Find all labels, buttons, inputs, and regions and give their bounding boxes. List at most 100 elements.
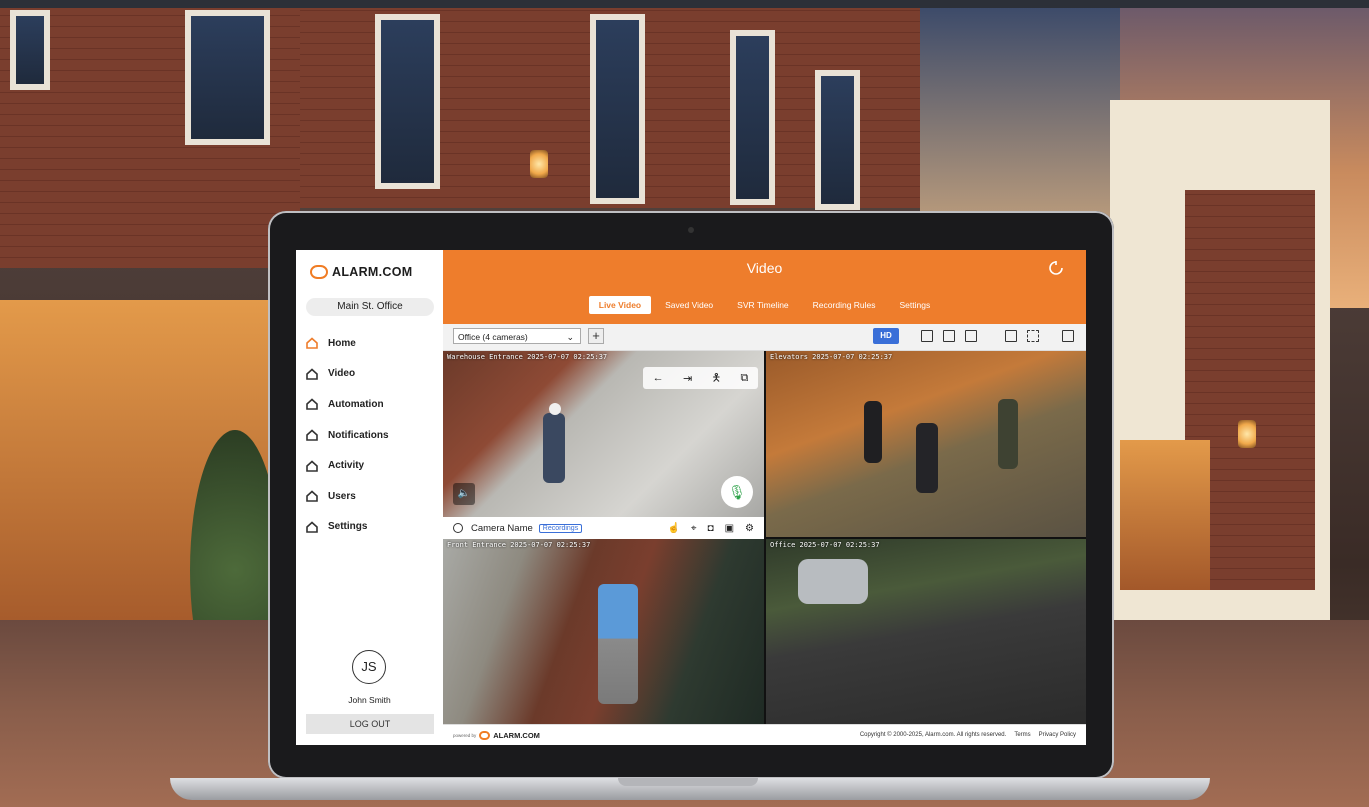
person-figure [864,401,882,463]
sidebar-item-label: Notifications [328,429,389,441]
person-figure [543,413,565,483]
sidebar-nav: Home Video Automation Notifications Acti… [296,328,443,542]
grid-2x2-icon[interactable] [921,330,933,342]
home-icon [306,521,318,533]
sidebar-item-label: Activity [328,460,365,472]
laptop-base [170,778,1210,800]
tab-saved-video[interactable]: Saved Video [655,296,723,314]
gear-icon[interactable]: ⚙ [745,523,754,534]
home-icon [306,368,318,380]
recordings-link[interactable]: Recordings [538,523,583,533]
feed-label: Warehouse Entrance 2025-07-07 02:25:37 [447,353,608,361]
camera-feed-office[interactable]: Office 2025-07-07 02:25:37 [766,539,1086,724]
right-storefront [1120,440,1210,590]
sidebar-item-notifications[interactable]: Notifications [296,420,443,451]
tab-svr-timeline[interactable]: SVR Timeline [727,296,799,314]
person-figure [998,399,1018,469]
tab-settings[interactable]: Settings [890,296,941,314]
hd-toggle-button[interactable]: HD [873,328,899,344]
powered-by-text: powered by [453,733,477,738]
focus-icon[interactable]: ⌖ [691,523,697,534]
logout-button[interactable]: LOG OUT [306,714,434,734]
sidebar-item-home[interactable]: Home [296,328,443,359]
sidebar-item-label: Home [328,337,356,349]
camera-name: Camera Name [471,522,533,534]
terms-link[interactable]: Terms [1014,732,1030,738]
zoom-box-icon[interactable]: ⧉ [740,372,748,385]
sidebar-item-activity[interactable]: Activity [296,450,443,481]
sidebar-item-automation[interactable]: Automation [296,389,443,420]
camera-group-select[interactable]: Office (4 cameras) ⌄ [453,328,581,344]
sidebar-item-users[interactable]: Users [296,481,443,512]
camera-actions: ☝ ⌖ ◘ ▣ ⚙ [667,523,754,534]
logo-text: ALARM.COM [332,265,413,279]
site-selector[interactable]: Main St. Office [306,298,434,316]
camera-grid: Warehouse Entrance 2025-07-07 02:25:37 ←… [443,351,1086,724]
theater-mode-icon[interactable] [1062,330,1074,342]
sidebar-item-label: Automation [328,398,384,410]
sidebar-item-label: Video [328,368,356,380]
logo-mark-icon [479,731,491,740]
single-view-icon[interactable] [1005,330,1017,342]
person-figure [598,584,638,704]
home-icon [306,460,318,472]
fullscreen-icon[interactable] [1027,330,1039,342]
powered-by: powered by ALARM.COM [453,731,540,740]
home-icon [306,398,318,411]
record-clip-icon[interactable]: ▣ [725,523,734,534]
video-toolbar: Office (4 cameras) ⌄ + HD [443,324,1086,351]
sidebar-item-label: Users [328,490,356,502]
copyright-text: Copyright © 2000-2025, Alarm.com. All ri… [859,732,1007,738]
layout-rows-icon[interactable] [965,330,977,342]
tap-icon[interactable]: ☝ [667,523,679,534]
alarm-logo[interactable]: ALARM.COM [310,262,430,282]
feed-label: Office 2025-07-07 02:25:37 [770,541,880,549]
footer-links: Copyright © 2000-2025, Alarm.com. All ri… [860,732,1076,738]
pan-left-icon[interactable]: ← [653,372,664,384]
refresh-icon[interactable] [1048,260,1064,276]
sidebar: ALARM.COM Main St. Office Home Video Aut… [296,250,443,745]
home-icon [306,337,318,350]
parked-car [798,559,868,604]
home-icon [306,429,318,441]
person-icon[interactable]: 🯅 [711,369,721,388]
camera-feed-front-entrance[interactable]: Front Entrance 2025-07-07 02:25:37 [443,539,764,724]
volume-icon[interactable]: 🔈 [453,483,475,505]
avatar[interactable]: JS [352,650,386,684]
window [590,14,645,204]
street-lamp [1238,420,1256,448]
main-content: Video Live Video Saved Video SVR Timelin… [443,250,1086,745]
skip-forward-icon[interactable]: ⇥ [683,372,692,385]
sidebar-item-label: Settings [328,521,368,533]
add-camera-button[interactable]: + [588,328,604,344]
play-icon[interactable] [453,523,463,533]
app-screen: ALARM.COM Main St. Office Home Video Aut… [296,250,1086,745]
feed-label: Elevators 2025-07-07 02:25:37 [770,353,893,361]
person-figure [916,423,938,493]
webcam [688,227,694,233]
camera-group-value: Office (4 cameras) [458,332,528,342]
microphone-icon[interactable]: 🎙 [721,476,753,508]
window [375,14,440,189]
tab-recording-rules[interactable]: Recording Rules [803,296,886,314]
ptz-controls: ← ⇥ 🯅 ⧉ [643,367,758,389]
window [10,10,50,90]
window [815,70,860,210]
layout-1plus3-icon[interactable] [943,330,955,342]
hard-hat [549,403,561,415]
sidebar-item-settings[interactable]: Settings [296,512,443,543]
top-bar [0,0,1369,8]
user-name: John Smith [348,695,391,705]
snapshot-camera-icon[interactable]: ◘ [708,523,714,534]
camera-control-bar: Camera Name Recordings ☝ ⌖ ◘ ▣ ⚙ [443,517,764,539]
camera-feed-warehouse[interactable]: Warehouse Entrance 2025-07-07 02:25:37 ←… [443,351,764,517]
street-lamp [530,150,548,178]
footer-logo-text: ALARM.COM [493,731,540,740]
camera-feed-elevators[interactable]: Elevators 2025-07-07 02:25:37 [766,351,1086,537]
privacy-link[interactable]: Privacy Policy [1039,732,1076,738]
tab-live-video[interactable]: Live Video [588,296,652,314]
footer: powered by ALARM.COM Copyright © 2000-20… [443,724,1086,745]
logo-mark-icon [310,265,328,279]
sidebar-item-video[interactable]: Video [296,359,443,390]
window [730,30,775,205]
